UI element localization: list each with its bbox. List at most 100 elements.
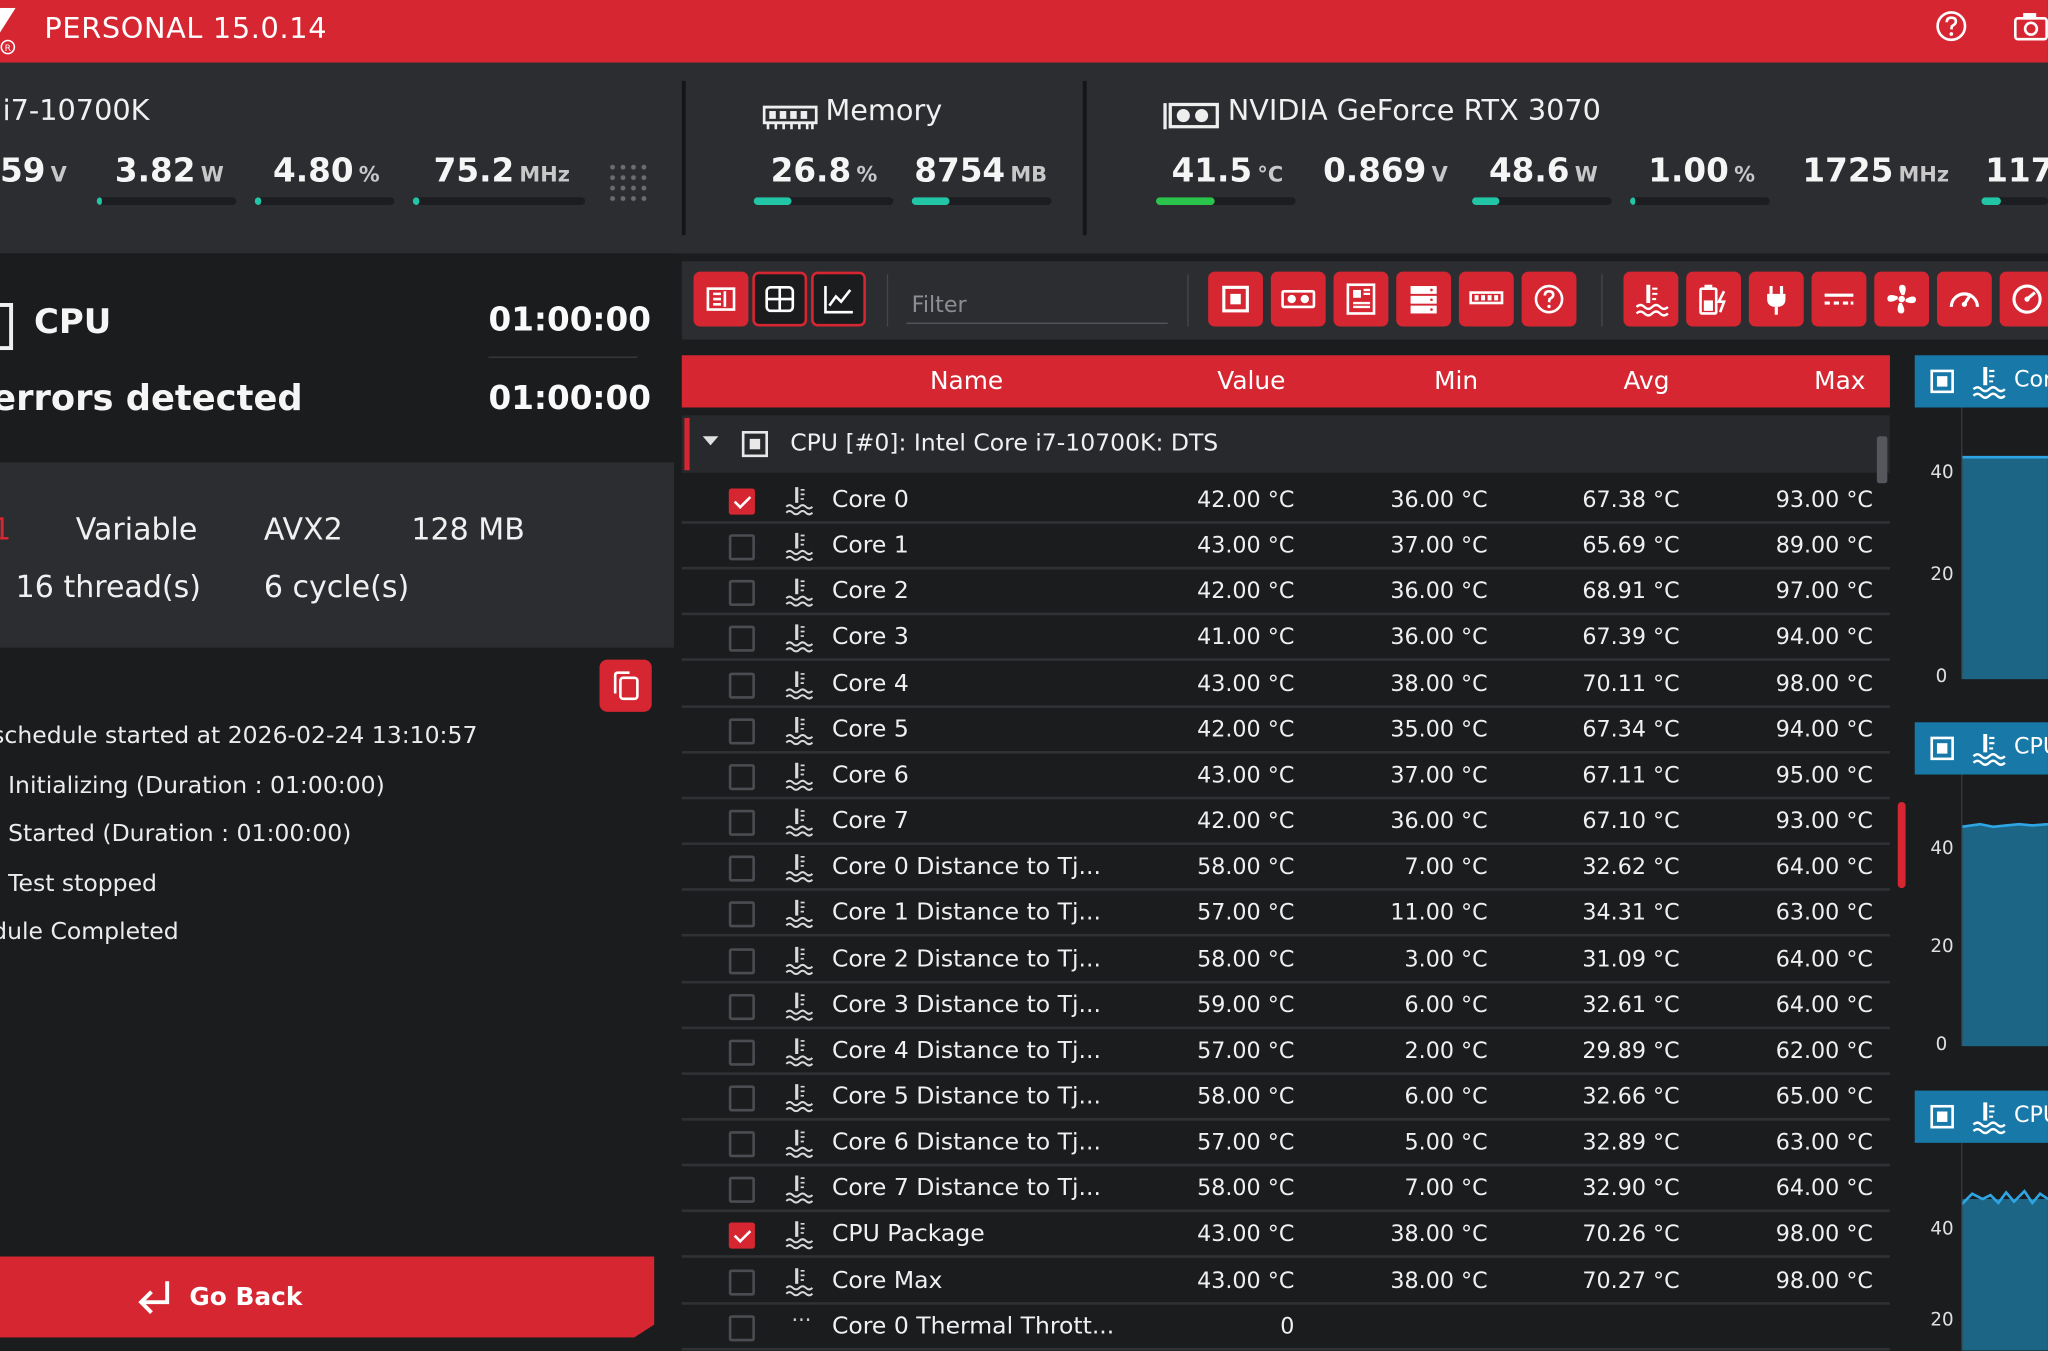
chart-view-button[interactable] — [811, 271, 866, 327]
graph-header[interactable]: CPU — [1914, 722, 2048, 775]
row-checkbox[interactable] — [728, 901, 755, 928]
row-checkbox[interactable] — [728, 1223, 755, 1250]
graph-plot[interactable] — [1915, 774, 2048, 1065]
more-icon: ··· — [791, 1306, 812, 1332]
filter-clock-button[interactable] — [1936, 271, 1992, 327]
list-view-button[interactable] — [693, 271, 749, 327]
table-row[interactable]: Core 0 Distance to Tj... 58.00 °C 7.00 °C 3… — [681, 845, 1890, 892]
row-checkbox[interactable] — [728, 763, 755, 791]
column-header-min[interactable]: Min — [1434, 367, 1478, 396]
sensor-avg: 70.27 °C — [1582, 1267, 1680, 1294]
row-checkbox[interactable] — [728, 1039, 755, 1066]
cpu-icon — [741, 431, 768, 458]
table-row[interactable]: Core 6 Distance to Tj... 57.00 °C 5.00 °C 3… — [681, 1121, 1890, 1167]
row-checkbox[interactable] — [728, 947, 755, 974]
sensor-value: 59.00 °C — [1197, 992, 1295, 1019]
row-checkbox[interactable] — [728, 1085, 755, 1112]
temperature-icon — [1972, 367, 2006, 399]
row-checkbox[interactable] — [728, 488, 755, 515]
go-back-button[interactable] — [0, 1256, 655, 1338]
table-row[interactable]: Core 7 42.00 °C 36.00 °C 67.10 °C 93.00 °C — [681, 799, 1890, 846]
table-row[interactable]: Core 7 Distance to Tj... 58.00 °C 7.00 °C 3… — [681, 1167, 1890, 1213]
filter-fan-button[interactable] — [1874, 271, 1930, 327]
column-header-value[interactable]: Value — [1217, 367, 1285, 396]
graph-header[interactable]: Cor — [1914, 355, 2048, 408]
y-axis-tick: 20 — [1930, 564, 1954, 586]
sensor-name: Core 0 Thermal Thrott... — [831, 1312, 1115, 1340]
sensor-name: Core 3 Distance to Tj... — [831, 990, 1101, 1019]
table-row[interactable]: Core 3 41.00 °C 36.00 °C 67.39 °C 94.00 °C — [681, 616, 1890, 662]
table-row[interactable]: Core 3 Distance to Tj... 59.00 °C 6.00 °C 3… — [681, 983, 1890, 1029]
list-view-icon — [706, 287, 736, 311]
table-row[interactable]: Core 1 Distance to Tj... 57.00 °C 11.00 °C… — [681, 891, 1890, 937]
sensor-name: Core 7 Distance to Tj... — [831, 1174, 1101, 1202]
filter-motherboard-button[interactable] — [1333, 271, 1389, 327]
sensor-avg: 67.11 °C — [1582, 762, 1680, 789]
row-checkbox[interactable] — [728, 626, 755, 653]
filter-memory-button[interactable] — [1458, 271, 1514, 327]
thread-count: 16 thread(s) — [15, 570, 202, 605]
gpu-clock: 1725 MHz — [1802, 151, 1949, 190]
row-checkbox[interactable] — [728, 580, 755, 607]
row-checkbox[interactable] — [728, 809, 755, 836]
table-scrollbar[interactable] — [1876, 436, 1888, 484]
table-row[interactable]: Core 2 Distance to Tj... 58.00 °C 3.00 °C 3… — [681, 937, 1890, 983]
table-row[interactable]: Core 6 43.00 °C 37.00 °C 67.11 °C 95.00 °C — [681, 753, 1890, 800]
temperature-icon — [1635, 284, 1669, 317]
table-row[interactable]: Core 4 Distance to Tj... 57.00 °C 2.00 °C 2… — [681, 1029, 1890, 1075]
filter-battery-button[interactable] — [1686, 271, 1742, 327]
row-checkbox[interactable] — [728, 1268, 755, 1296]
cpu-cores-grid-icon[interactable] — [607, 161, 650, 204]
collapse-caret-icon[interactable] — [702, 436, 719, 446]
sensor-value: 41.00 °C — [1197, 624, 1295, 652]
table-row[interactable]: Core 2 42.00 °C 36.00 °C 68.91 °C 97.00 °C — [681, 570, 1890, 616]
column-header-name[interactable]: Name — [930, 367, 1003, 396]
table-row[interactable]: Core Max 43.00 °C 38.00 °C 70.27 °C 98.00 °C — [681, 1258, 1890, 1305]
table-row[interactable]: Core 1 43.00 °C 37.00 °C 65.69 °C 89.00 °C — [681, 524, 1890, 570]
table-row[interactable]: CPU Package 43.00 °C 38.00 °C 70.26 °C 98.00… — [681, 1213, 1890, 1259]
filter-input[interactable] — [906, 287, 1168, 324]
column-header-max[interactable]: Max — [1814, 367, 1865, 396]
filter-usage-button[interactable] — [1999, 271, 2048, 327]
column-header-avg[interactable]: Avg — [1623, 367, 1669, 396]
sensor-avg: 32.89 °C — [1582, 1129, 1680, 1157]
filter-other-button[interactable] — [1521, 271, 1577, 327]
filter-cpu-button[interactable] — [1208, 271, 1263, 327]
table-row[interactable]: Core 5 42.00 °C 35.00 °C 67.34 °C 94.00 °C — [681, 708, 1890, 754]
graph-header[interactable]: CPU — [1914, 1090, 2048, 1143]
divider — [1082, 80, 1087, 236]
filter-power-button[interactable] — [1748, 271, 1804, 327]
filter-storage-button[interactable] — [1396, 271, 1452, 327]
camera-icon[interactable] — [2011, 8, 2048, 45]
graph-plot[interactable] — [1915, 407, 2048, 698]
help-icon[interactable] — [1933, 8, 1970, 45]
filter-voltage-button[interactable] — [1811, 271, 1867, 327]
sensor-name: Core 4 — [831, 669, 909, 697]
sensor-value: 43.00 °C — [1197, 670, 1295, 697]
table-row[interactable]: ··· Core 0 Thermal Thrott... 0 — [681, 1304, 1890, 1351]
table-row[interactable]: Core 0 42.00 °C 36.00 °C 67.38 °C 93.00 °C — [681, 478, 1890, 524]
gpu-name: NVIDIA GeForce RTX 3070 — [1227, 95, 1601, 128]
sensor-max: 63.00 °C — [1775, 1129, 1873, 1157]
table-row[interactable]: Core 4 43.00 °C 38.00 °C 70.11 °C 98.00 °C — [681, 662, 1890, 708]
sensor-name: CPU Package — [831, 1220, 985, 1248]
row-checkbox[interactable] — [728, 993, 755, 1020]
temperature-icon — [1972, 1102, 2006, 1135]
copy-log-button[interactable] — [599, 659, 652, 712]
row-checkbox[interactable] — [728, 855, 755, 882]
row-checkbox[interactable] — [728, 718, 755, 745]
row-checkbox[interactable] — [728, 1177, 755, 1204]
temperature-icon — [784, 1173, 815, 1204]
filter-gpu-button[interactable] — [1270, 271, 1326, 327]
filter-temperature-button[interactable] — [1623, 271, 1679, 327]
table-row[interactable]: Core 5 Distance to Tj... 58.00 °C 6.00 °C 3… — [681, 1075, 1890, 1121]
grid-view-button[interactable] — [752, 271, 808, 327]
row-checkbox[interactable] — [728, 1131, 755, 1158]
row-checkbox[interactable] — [728, 1314, 755, 1341]
temperature-icon — [784, 760, 815, 791]
row-checkbox[interactable] — [728, 672, 755, 699]
y-axis-tick: 40 — [1930, 838, 1954, 860]
scroll-position-indicator[interactable] — [1897, 801, 1906, 889]
row-checkbox[interactable] — [728, 534, 755, 561]
y-axis-tick: 40 — [1930, 462, 1954, 484]
